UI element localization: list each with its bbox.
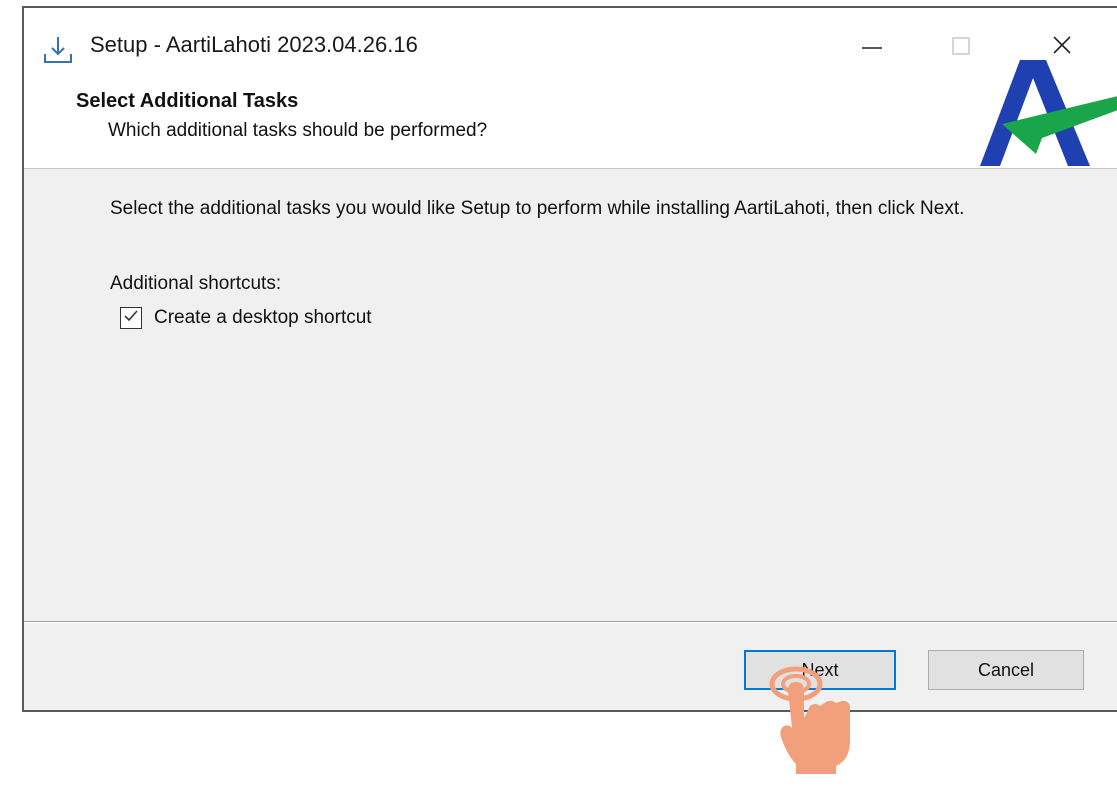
window-title: Setup - AartiLahoti 2023.04.26.16 <box>90 32 418 57</box>
setup-download-icon <box>42 34 74 66</box>
aartilahoti-logo-icon <box>972 56 1117 168</box>
desktop-shortcut-label: Create a desktop shortcut <box>154 307 372 328</box>
cancel-button[interactable]: Cancel <box>928 650 1084 690</box>
wizard-footer: Next Cancel <box>24 623 1117 710</box>
page-title: Select Additional Tasks <box>76 90 299 112</box>
minimize-icon <box>861 34 883 61</box>
title-bar: Setup - AartiLahoti 2023.04.26.16 <box>24 8 1117 80</box>
desktop-shortcut-option[interactable]: Create a desktop shortcut <box>120 307 372 329</box>
task-instructions: Select the additional tasks you would li… <box>110 198 965 219</box>
minimize-button[interactable] <box>842 22 902 72</box>
desktop-shortcut-checkbox[interactable] <box>120 307 142 329</box>
wizard-body: Select the additional tasks you would li… <box>24 169 1117 621</box>
page-subtitle: Which additional tasks should be perform… <box>108 120 488 141</box>
shortcuts-group-label: Additional shortcuts: <box>110 273 282 294</box>
next-button[interactable]: Next <box>744 650 896 690</box>
checkmark-icon <box>122 307 140 330</box>
maximize-icon <box>951 34 973 61</box>
setup-window: Setup - AartiLahoti 2023.04.26.16 Select… <box>22 6 1117 712</box>
